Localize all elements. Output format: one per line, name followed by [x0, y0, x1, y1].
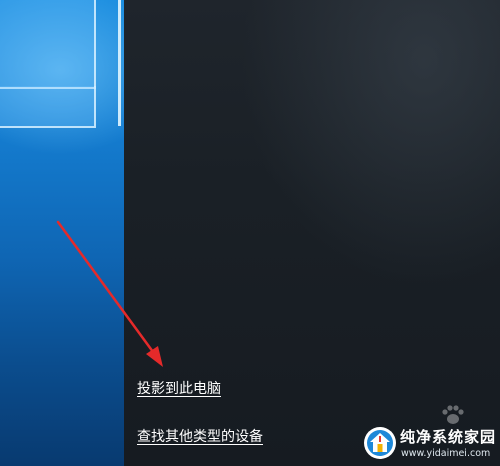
windows-logo-pane [0, 86, 96, 128]
find-other-devices-link[interactable]: 查找其他类型的设备 [137, 426, 263, 446]
screen: 投影到此电脑 查找其他类型的设备 纯净系统家园 www.yidaimei.com [0, 0, 500, 466]
project-to-this-pc-link[interactable]: 投影到此电脑 [137, 378, 221, 398]
desktop-wallpaper [0, 0, 124, 466]
paw-watermark-icon [442, 405, 464, 424]
house-logo-icon [364, 427, 396, 459]
watermark-title: 纯净系统家园 [400, 428, 497, 446]
windows-logo-pane [0, 0, 96, 89]
site-watermark: 纯净系统家园 www.yidaimei.com [355, 424, 500, 466]
watermark-url: www.yidaimei.com [401, 448, 491, 459]
wallpaper-light-beam [118, 0, 121, 126]
